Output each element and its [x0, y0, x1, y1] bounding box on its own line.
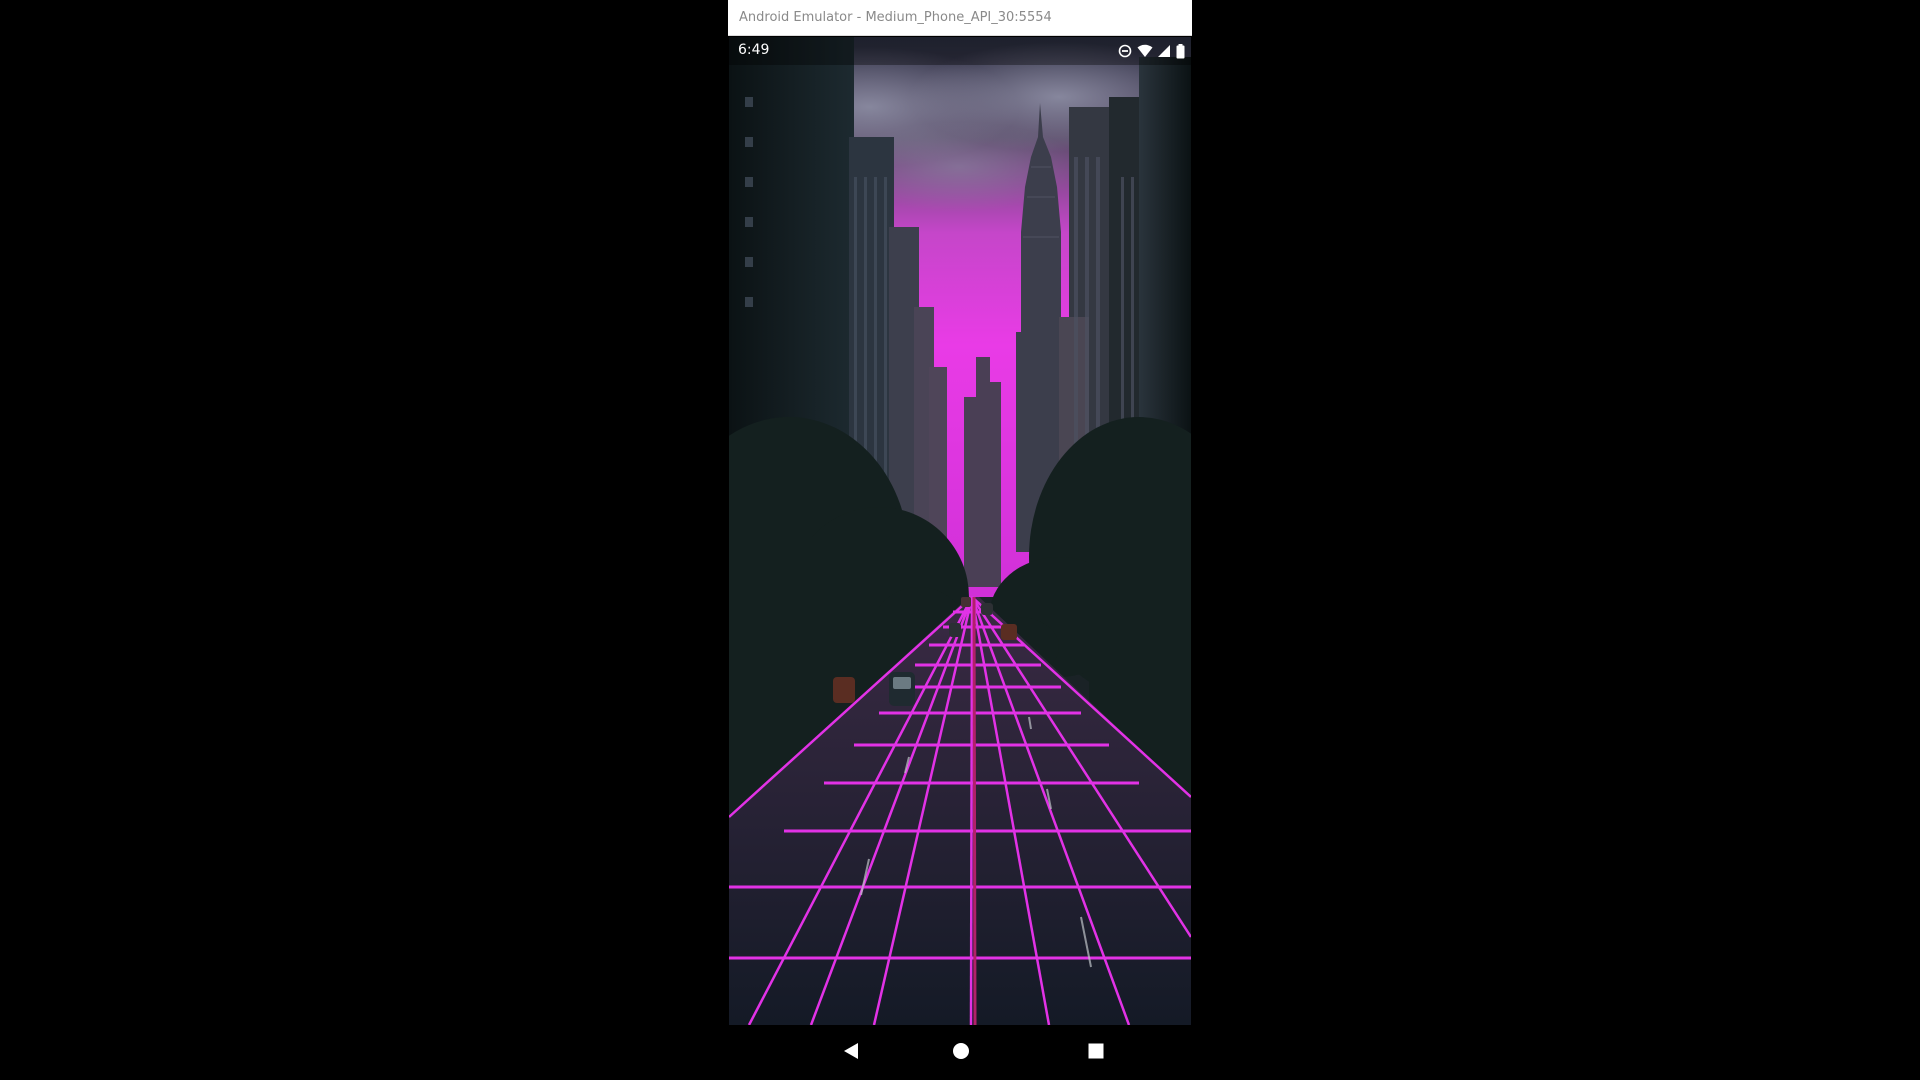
do-not-disturb-icon	[1118, 44, 1132, 58]
recents-button[interactable]	[1066, 1025, 1126, 1080]
wifi-icon	[1137, 44, 1153, 58]
status-icons	[1118, 42, 1185, 60]
navigation-bar	[729, 1025, 1191, 1080]
window-title-bar[interactable]: Android Emulator - Medium_Phone_API_30:5…	[728, 0, 1192, 36]
window-title: Android Emulator - Medium_Phone_API_30:5…	[739, 10, 1052, 25]
battery-icon	[1176, 43, 1185, 59]
cell-signal-icon	[1158, 44, 1171, 58]
back-icon	[842, 1042, 860, 1064]
status-bar: 6:49	[729, 37, 1191, 65]
recents-icon	[1087, 1042, 1105, 1064]
status-time: 6:49	[738, 42, 770, 58]
wallpaper-image	[729, 37, 1191, 1025]
phone-screen[interactable]: 6:49	[729, 37, 1191, 1025]
emulator-window: Android Emulator - Medium_Phone_API_30:5…	[728, 0, 1192, 1080]
home-icon	[952, 1042, 970, 1064]
home-button[interactable]	[931, 1025, 991, 1080]
back-button[interactable]	[821, 1025, 881, 1080]
